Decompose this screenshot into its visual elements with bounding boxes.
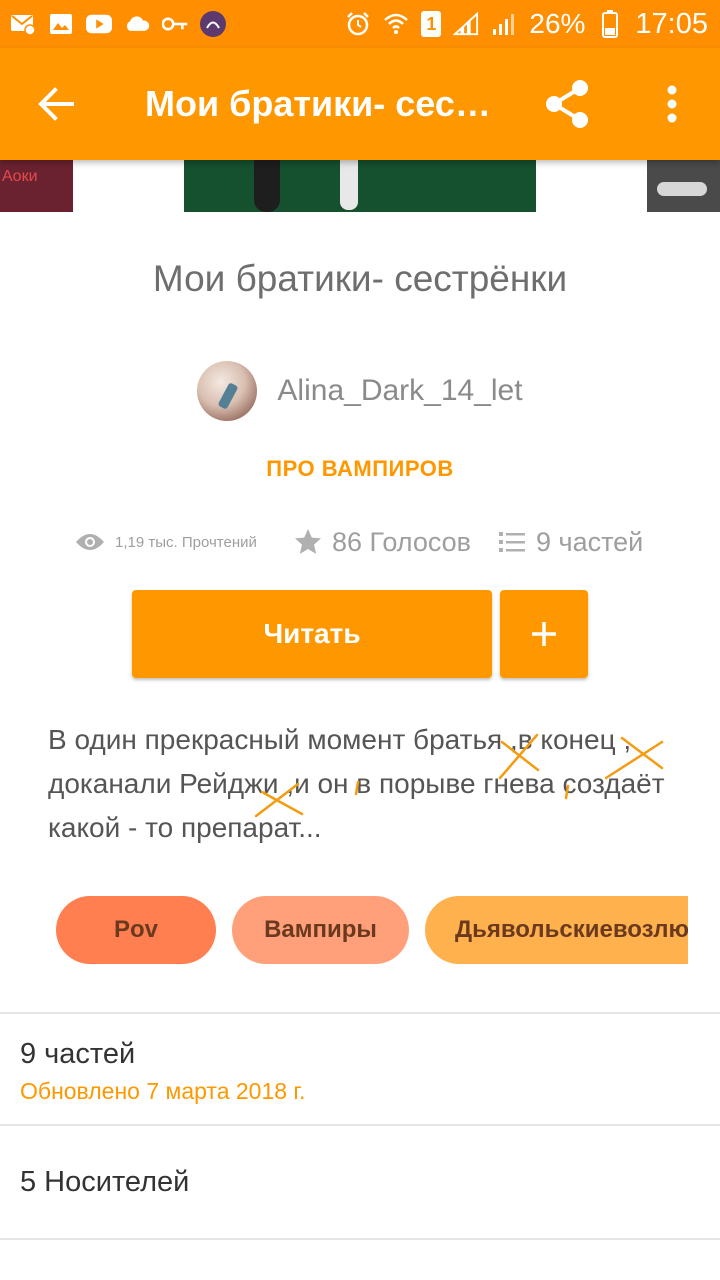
list-icon [499, 532, 525, 552]
carriers-row[interactable]: 5 Носителей [0, 1126, 720, 1238]
mail-icon [10, 12, 36, 36]
status-bar: 1 26% 17:05 [0, 0, 720, 48]
tag-diabolik-lovers[interactable]: Дьявольскиевозлюбленные [425, 896, 688, 964]
gallery-icon [48, 12, 74, 36]
story-description[interactable]: В один прекрасный момент братья ,в конец… [48, 718, 678, 850]
cover-left-text: Аоки [2, 168, 38, 185]
clock: 17:05 [635, 7, 708, 40]
back-button[interactable] [28, 76, 84, 132]
share-button[interactable] [540, 76, 596, 132]
key-icon [162, 12, 188, 36]
app-bar: Мои братики- сестрёнки [0, 48, 720, 160]
system-icons: 1 26% 17:05 [345, 6, 708, 42]
signal2-icon [491, 12, 517, 36]
arrow-back-icon [38, 87, 74, 121]
sim-badge: 1 [426, 13, 437, 34]
more-options-button[interactable] [652, 76, 692, 132]
plus-icon [532, 622, 556, 646]
story-title: Мои братики- сестрёнки [152, 258, 568, 299]
tag-list: Pov Вампиры Дьявольскиевозлюбленные [0, 896, 688, 964]
battery-icon [597, 10, 623, 38]
category-link[interactable]: ПРО ВАМПИРОВ [0, 456, 720, 482]
read-button[interactable]: Читать [132, 590, 492, 678]
alarm-icon [345, 12, 371, 36]
carriers-row-title: 5 Носителей [20, 1166, 190, 1198]
add-to-library-button[interactable] [500, 590, 588, 678]
app-avatar-icon [200, 11, 226, 37]
sim-icon: 1 [421, 11, 442, 37]
cover-right[interactable] [647, 160, 720, 212]
author-name[interactable]: Alina_Dark_14_let [277, 374, 522, 408]
reads-stat: 1,19 тыс. Прочтений [75, 520, 257, 564]
parts-row[interactable]: 9 частей Обновлено 7 марта 2018 г. [0, 1014, 720, 1124]
parts-stat: 9 частей [498, 520, 643, 564]
tag-vampires[interactable]: Вампиры [232, 896, 409, 964]
notification-icons [10, 10, 226, 38]
cover-carousel[interactable]: Аоки [0, 160, 720, 212]
parts-row-title: 9 частей [20, 1038, 136, 1070]
eye-icon [76, 534, 104, 550]
battery-percent: 26% [529, 8, 586, 39]
parts-row-updated: Обновлено 7 марта 2018 г. [20, 1078, 306, 1104]
cloud-icon [124, 12, 150, 36]
parts-count: 9 частей [536, 526, 644, 557]
reads-count: 1,19 тыс. Прочтений [115, 533, 257, 551]
wifi-icon [383, 12, 409, 36]
votes-stat: 86 Голосов [294, 520, 471, 564]
share-icon [546, 80, 588, 128]
author-avatar[interactable] [197, 361, 258, 421]
author-link[interactable]: Alina_Dark_14_let [0, 360, 720, 422]
star-icon [295, 529, 321, 554]
signal-icon [453, 11, 479, 36]
app-bar-title: Мои братики- сестрёнки [145, 83, 495, 124]
votes-count: 86 Голосов [332, 526, 472, 557]
story-stats: 1,19 тыс. Прочтений 86 Голосов 9 частей [0, 520, 720, 564]
youtube-icon [86, 12, 112, 36]
tag-pov[interactable]: Pov [56, 896, 216, 964]
more-vert-icon [667, 85, 677, 123]
divider [0, 1238, 720, 1240]
cover-center[interactable] [184, 160, 536, 212]
cover-left[interactable]: Аоки [0, 160, 73, 212]
